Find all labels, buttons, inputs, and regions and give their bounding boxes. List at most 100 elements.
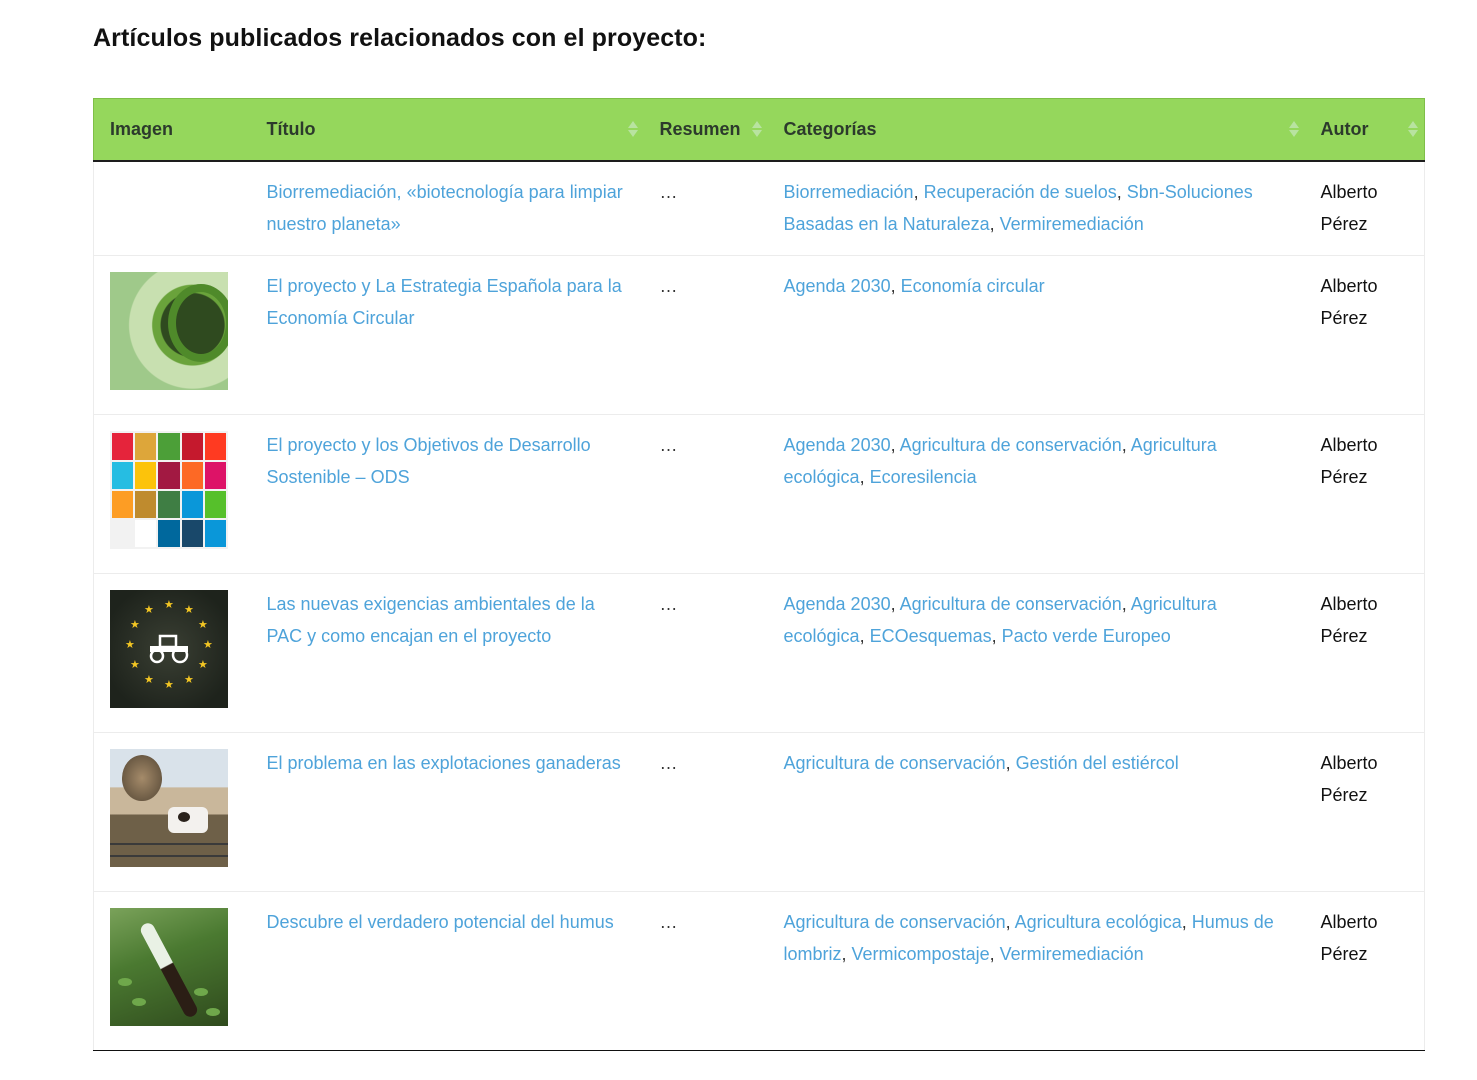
star-icon: ★ (144, 674, 154, 686)
category-link[interactable]: Agricultura de conservación (784, 753, 1006, 773)
summary-text: … (659, 435, 678, 455)
article-title-link[interactable]: El proyecto y los Objetivos de Desarroll… (267, 435, 591, 487)
star-icon: ★ (198, 659, 208, 671)
title-cell: Biorremediación, «biotecnología para lim… (250, 160, 644, 256)
categories-cell: Agricultura de conservación, Agricultura… (767, 891, 1305, 1051)
sort-arrows-icon[interactable] (1408, 120, 1418, 138)
author-name: Alberto Pérez (1320, 594, 1378, 646)
article-title-link[interactable]: Biorremediación, «biotecnología para lim… (267, 182, 623, 234)
star-icon: ★ (130, 659, 140, 671)
category-link[interactable]: Agenda 2030 (784, 276, 891, 296)
categories-cell: Agenda 2030, Agricultura de conservación… (767, 414, 1305, 574)
article-title-link[interactable]: El proyecto y La Estrategia Española par… (267, 276, 622, 328)
image-cell: ★ ★ ★ ★ ★ ★ ★ ★ ★ ★ ★ ★ (93, 573, 251, 733)
star-icon: ★ (125, 639, 135, 651)
ods-grid-thumbnail[interactable] (110, 431, 228, 549)
image-cell (93, 160, 251, 256)
page: Artículos publicados relacionados con el… (0, 0, 1477, 1080)
author-cell: Alberto Pérez (1304, 573, 1425, 733)
author-name: Alberto Pérez (1320, 181, 1378, 234)
star-icon: ★ (164, 679, 174, 691)
circular-ring-shape (168, 284, 228, 362)
column-header-titulo[interactable]: Título (250, 98, 644, 162)
categories-cell: Agenda 2030, Agricultura de conservación… (767, 573, 1305, 733)
tractor-icon (149, 634, 189, 664)
test-tube-shape (138, 920, 200, 1020)
category-link[interactable]: Agricultura de conservación (784, 912, 1006, 932)
cow-farm-thumbnail[interactable] (110, 749, 228, 867)
article-title-link[interactable]: Las nuevas exigencias ambientales de la … (267, 594, 595, 646)
author-cell: Alberto Pérez (1304, 732, 1425, 892)
articles-table: Imagen Título Resumen Categorías Autor B… (93, 98, 1425, 1051)
table-header-row: Imagen Título Resumen Categorías Autor (93, 98, 1425, 162)
star-icon: ★ (144, 604, 154, 616)
table-row: El proyecto y La Estrategia Española par… (93, 255, 1425, 415)
column-header-autor[interactable]: Autor (1304, 98, 1425, 162)
column-header-label: Resumen (659, 118, 741, 139)
column-header-resumen[interactable]: Resumen (643, 98, 768, 162)
summary-text: … (659, 594, 678, 614)
author-name: Alberto Pérez (1320, 276, 1378, 328)
categories-cell: Biorremediación, Recuperación de suelos,… (767, 160, 1305, 256)
title-cell: El proyecto y La Estrategia Española par… (250, 255, 644, 415)
category-link[interactable]: Ecoresilencia (870, 467, 977, 487)
sort-arrows-icon[interactable] (751, 120, 762, 138)
column-header-categorias[interactable]: Categorías (767, 98, 1305, 162)
eu-tractor-thumbnail[interactable]: ★ ★ ★ ★ ★ ★ ★ ★ ★ ★ ★ ★ (110, 590, 228, 708)
category-link[interactable]: Agricultura ecológica (1015, 912, 1182, 932)
table-row: El proyecto y los Objetivos de Desarroll… (93, 414, 1425, 574)
article-title-link[interactable]: El problema en las explotaciones ganader… (267, 753, 621, 773)
column-header-label: Autor (1320, 118, 1369, 139)
column-header-label: Imagen (110, 118, 174, 139)
cow-shape (168, 807, 208, 833)
leaf-shape (132, 998, 146, 1006)
star-icon: ★ (198, 619, 208, 631)
category-link[interactable]: Recuperación de suelos (924, 182, 1117, 202)
table-row: Biorremediación, «biotecnología para lim… (93, 160, 1425, 256)
summary-cell: … (643, 255, 768, 415)
category-link[interactable]: Agricultura de conservación (900, 594, 1122, 614)
star-icon: ★ (164, 599, 174, 611)
summary-text: … (659, 912, 678, 932)
categories-cell: Agenda 2030, Economía circular (767, 255, 1305, 415)
tree-shape (122, 755, 162, 801)
category-link[interactable]: Vermiremediación (1000, 944, 1144, 964)
summary-text: … (659, 753, 678, 773)
star-icon: ★ (184, 674, 194, 686)
category-link[interactable]: ECOesquemas (870, 626, 992, 646)
column-header-label: Categorías (783, 118, 877, 139)
humus-tube-thumbnail[interactable] (110, 908, 228, 1026)
star-icon: ★ (130, 619, 140, 631)
column-header-label: Título (266, 118, 316, 139)
star-icon: ★ (184, 604, 194, 616)
image-cell (93, 732, 251, 892)
categories-cell: Agricultura de conservación, Gestión del… (767, 732, 1305, 892)
leaf-shape (118, 978, 132, 986)
author-cell: Alberto Pérez (1304, 891, 1425, 1051)
category-link[interactable]: Economía circular (901, 276, 1045, 296)
category-link[interactable]: Biorremediación (784, 182, 914, 202)
column-header-imagen: Imagen (93, 98, 251, 162)
title-cell: Las nuevas exigencias ambientales de la … (250, 573, 644, 733)
category-link[interactable]: Vermiremediación (1000, 214, 1144, 234)
category-link[interactable]: Gestión del estiércol (1016, 753, 1179, 773)
summary-cell: … (643, 573, 768, 733)
sort-arrows-icon[interactable] (1288, 120, 1299, 138)
category-link[interactable]: Vermicompostaje (852, 944, 990, 964)
title-cell: El problema en las explotaciones ganader… (250, 732, 644, 892)
category-link[interactable]: Agenda 2030 (784, 594, 891, 614)
leaf-shape (206, 1008, 220, 1016)
summary-cell: … (643, 414, 768, 574)
author-cell: Alberto Pérez (1304, 160, 1425, 256)
image-cell (93, 255, 251, 415)
category-link[interactable]: Agricultura de conservación (900, 435, 1122, 455)
author-name: Alberto Pérez (1320, 912, 1378, 964)
category-link[interactable]: Pacto verde Europeo (1002, 626, 1171, 646)
category-link[interactable]: Agenda 2030 (784, 435, 891, 455)
page-title: Artículos publicados relacionados con el… (93, 24, 707, 52)
sort-arrows-icon[interactable] (627, 120, 638, 138)
article-title-link[interactable]: Descubre el verdadero potencial del humu… (267, 912, 614, 932)
economia-circular-thumbnail[interactable] (110, 272, 228, 390)
title-cell: El proyecto y los Objetivos de Desarroll… (250, 414, 644, 574)
summary-text: … (659, 181, 678, 202)
